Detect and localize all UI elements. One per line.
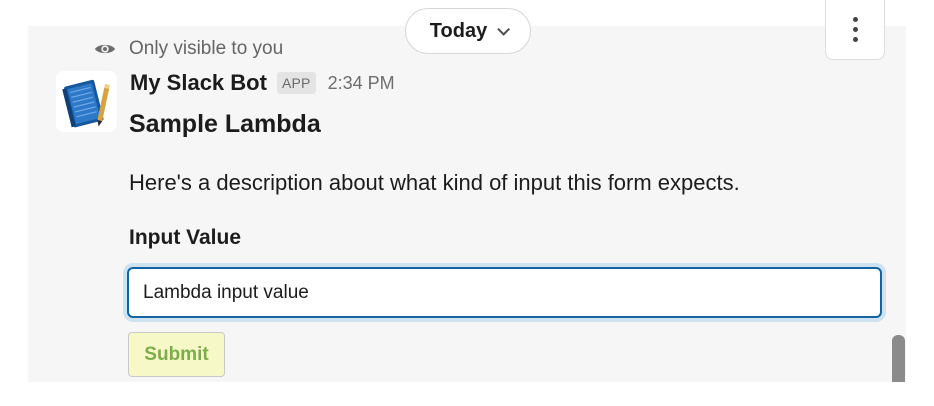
form-description: Here's a description about what kind of … — [129, 170, 740, 195]
bot-avatar[interactable] — [56, 71, 117, 132]
message-more-actions-button[interactable] — [825, 0, 885, 60]
eye-icon — [94, 44, 116, 54]
more-vertical-icon — [852, 27, 858, 32]
bot-name[interactable]: My Slack Bot — [130, 70, 267, 96]
submit-button[interactable]: Submit — [128, 332, 225, 377]
app-badge: APP — [276, 72, 316, 94]
form-title: Sample Lambda — [129, 110, 321, 138]
more-vertical-icon — [852, 37, 858, 42]
date-divider-label: Today — [429, 19, 488, 42]
slack-message-screen: Today Only visible to you My Slack Bot A… — [0, 0, 934, 406]
input-value-label: Input Value — [129, 226, 242, 249]
chevron-down-icon — [497, 22, 511, 36]
lambda-input-field[interactable] — [127, 267, 882, 318]
message-timestamp[interactable]: 2:34 PM — [328, 73, 395, 94]
scrollbar-thumb[interactable] — [892, 335, 905, 382]
visibility-text: Only visible to you — [129, 38, 284, 59]
ephemeral-visibility-notice: Only visible to you — [94, 38, 283, 60]
scrollbar[interactable] — [892, 335, 905, 382]
blue-notebook-icon — [56, 71, 117, 132]
message-header: My Slack Bot APP 2:34 PM — [130, 70, 395, 96]
more-vertical-icon — [852, 17, 858, 22]
date-divider-button[interactable]: Today — [405, 8, 531, 54]
